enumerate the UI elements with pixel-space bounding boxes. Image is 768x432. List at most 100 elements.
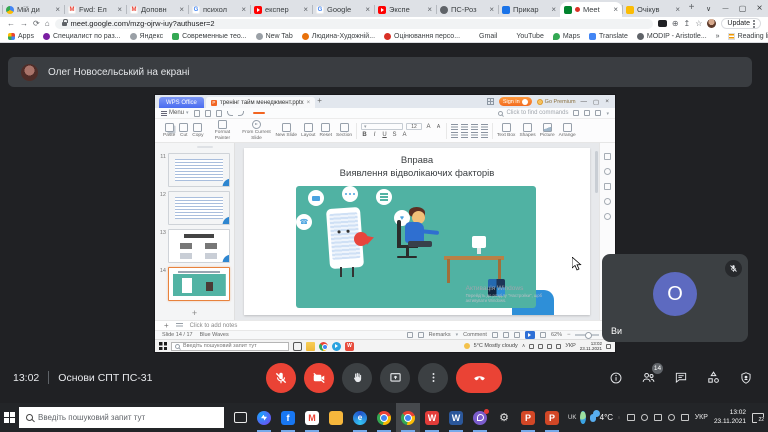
zoom-icon[interactable]: ⊕ [672, 19, 679, 28]
toolbar-button[interactable]: Cut [179, 123, 188, 139]
tab-close-icon[interactable] [551, 5, 556, 14]
tray-icon[interactable] [538, 344, 543, 349]
tray-display-icon[interactable] [627, 414, 635, 421]
media-control-icon[interactable] [658, 20, 667, 27]
raise-hand-button[interactable] [342, 363, 372, 393]
font-family-select[interactable] [361, 123, 403, 130]
presenter-search-box[interactable]: Введіть пошуковий запит тут [171, 342, 289, 351]
animation-pane-icon[interactable] [604, 183, 611, 190]
bookmark-item[interactable]: Apps [8, 33, 34, 40]
more-tools-icon[interactable] [604, 213, 611, 220]
toolbar-button[interactable]: Picture [540, 123, 555, 139]
wps-apps-grid-icon[interactable] [487, 98, 494, 105]
help-icon[interactable] [604, 198, 611, 205]
undo-icon[interactable] [227, 111, 233, 116]
address-bar[interactable]: meet.google.com/mzg-ojrw-iuy?authuser=2 [55, 19, 653, 29]
tray-icon[interactable] [556, 344, 561, 349]
tab-close-icon[interactable] [241, 5, 246, 14]
bookmark-item[interactable]: Maps [553, 33, 580, 40]
tray-cloud-icon[interactable] [641, 414, 648, 421]
cloud-weather-icon[interactable] [590, 414, 596, 422]
file-explorer-icon[interactable] [306, 342, 315, 351]
wps-cloud-icon[interactable] [584, 110, 590, 116]
wps-document-tab[interactable]: тренінг тайм менеджмент.pptx [206, 97, 315, 108]
language-indicator[interactable]: УКР [695, 414, 708, 421]
collapse-ribbon-icon[interactable] [606, 110, 609, 117]
toolbar-button[interactable]: Format Painter [207, 120, 237, 141]
toolbar-button[interactable]: New Slide [275, 123, 297, 139]
wps-comment-icon[interactable] [595, 110, 601, 116]
toolbar-button[interactable]: Reset [320, 123, 333, 139]
text-color-button[interactable]: A [401, 132, 408, 138]
tab-close-icon[interactable] [489, 5, 494, 14]
browser-tab[interactable]: ПС-Роз [436, 2, 498, 17]
weather-icon[interactable] [464, 343, 470, 349]
forward-icon[interactable]: → [20, 19, 28, 28]
tray-folder-icon[interactable] [654, 414, 662, 421]
remarks-button[interactable]: Remarks [429, 332, 451, 338]
more-options-button[interactable] [418, 363, 448, 393]
toolbar-button[interactable]: Shapes [519, 123, 535, 139]
taskbar-search-input[interactable] [38, 413, 217, 422]
line-spacing-icon[interactable] [481, 124, 488, 130]
wps-app-tab[interactable]: WPS Office [159, 97, 204, 108]
bookmark-item[interactable]: Современные тео... [172, 33, 247, 40]
zoom-level[interactable]: 62% [551, 332, 562, 338]
toolbar-button[interactable]: Paste [163, 123, 175, 139]
browser-menu-icon[interactable] [753, 23, 755, 25]
browser-tab[interactable]: експер [250, 2, 312, 17]
tab-close-icon[interactable] [303, 5, 308, 14]
home-icon[interactable]: ⌂ [45, 19, 50, 28]
browser-tab[interactable]: Google [312, 2, 374, 17]
find-commands[interactable]: Click to find commands [498, 110, 568, 116]
bold-button[interactable]: B [361, 132, 368, 138]
justify-icon[interactable] [481, 132, 488, 138]
numbered-list-icon[interactable] [461, 124, 468, 130]
save-icon[interactable] [194, 110, 200, 117]
taskbar-app-button[interactable] [252, 403, 276, 432]
presenter-start-icon[interactable] [159, 342, 167, 350]
wps-notify-icon[interactable] [573, 110, 579, 116]
presenter-weather[interactable]: 5°C Mostly cloudy [474, 343, 518, 349]
tab-close-icon[interactable] [613, 5, 618, 14]
italic-button[interactable]: I [371, 132, 378, 138]
share-icon[interactable]: ↥ [684, 19, 691, 28]
bookmarks-overflow-icon[interactable]: » [716, 33, 720, 40]
bookmark-item[interactable]: YouTube [506, 33, 544, 40]
wps-restore-icon[interactable]: ▢ [593, 98, 599, 106]
taskbar-app-button[interactable] [300, 403, 324, 432]
taskbar-app-button[interactable] [372, 403, 396, 432]
bookmark-item[interactable]: Translate [589, 33, 628, 40]
align-center-icon[interactable] [461, 132, 468, 138]
camera-toggle-button[interactable] [304, 363, 334, 393]
align-right-icon[interactable] [471, 132, 478, 138]
tray-icon[interactable] [529, 344, 534, 349]
browser-tab[interactable]: Мій ди [2, 2, 64, 17]
toolbar-button[interactable]: Text Box [497, 123, 515, 139]
participants-button[interactable]: 14 [641, 370, 656, 385]
taskbar-app-button[interactable] [276, 403, 300, 432]
toolbar-button[interactable]: Section [336, 123, 352, 139]
profile-avatar[interactable] [707, 19, 716, 28]
taskbar-app-button[interactable] [516, 403, 540, 432]
toolbar-button[interactable]: From Current Slide [241, 120, 271, 141]
wps-minimize-icon[interactable]: — [581, 98, 588, 106]
wps-signin-button[interactable]: Sign in [499, 97, 532, 106]
zoom-out-icon[interactable] [567, 332, 571, 338]
font-size-select[interactable]: 12 [406, 123, 422, 130]
redo-icon[interactable] [238, 111, 244, 116]
handout-icon[interactable] [418, 332, 424, 338]
wps-new-tab-icon[interactable] [317, 90, 322, 108]
notification-center-button[interactable]: 22 [752, 413, 764, 423]
panel-tab[interactable] [176, 146, 192, 148]
taskbar-app-button[interactable] [324, 403, 348, 432]
self-view-tile[interactable]: O Ви [602, 254, 748, 342]
task-pane-icon[interactable] [604, 153, 611, 160]
reading-list-button[interactable]: Reading list [728, 33, 768, 40]
task-view-icon[interactable] [293, 342, 302, 351]
mic-toggle-button[interactable] [266, 363, 296, 393]
taskbar-weather[interactable]: 4°C [600, 413, 613, 422]
taskbar-app-button[interactable] [228, 403, 252, 432]
presenter-language[interactable]: УКР [565, 343, 575, 349]
print-icon[interactable] [216, 110, 222, 117]
